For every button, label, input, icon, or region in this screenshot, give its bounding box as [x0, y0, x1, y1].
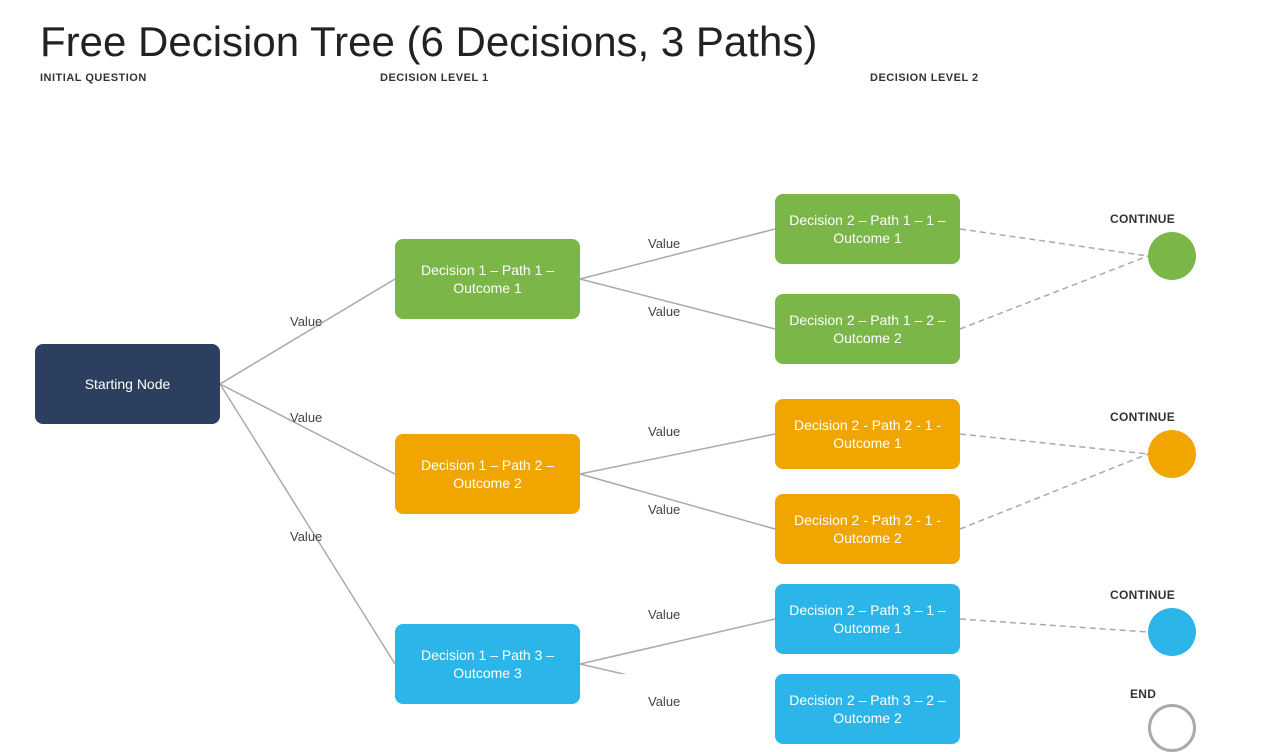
value-label-7: Value	[648, 502, 680, 517]
node-green2b: Decision 2 – Path 1 – 2 – Outcome 2	[775, 294, 960, 364]
value-label-5: Value	[648, 304, 680, 319]
header-initial: INITIAL QUESTION	[40, 72, 260, 84]
node-green2a: Decision 2 – Path 1 – 1 – Outcome 1	[775, 194, 960, 264]
value-label-3: Value	[290, 529, 322, 544]
node-blue1: Decision 1 – Path 3 – Outcome 3	[395, 624, 580, 704]
label-continue3: CONTINUE	[1110, 588, 1175, 602]
label-end: END	[1130, 687, 1156, 701]
circle-continue-green	[1148, 232, 1196, 280]
circle-continue-orange	[1148, 430, 1196, 478]
node-blue2a: Decision 2 – Path 3 – 1 – Outcome 1	[775, 584, 960, 654]
node-orange1: Decision 1 – Path 2 – Outcome 2	[395, 434, 580, 514]
diagram-area: Starting Node Decision 1 – Path 1 – Outc…	[0, 94, 1280, 674]
label-continue1: CONTINUE	[1110, 212, 1175, 226]
circle-continue-blue	[1148, 608, 1196, 656]
page-title: Free Decision Tree (6 Decisions, 3 Paths…	[0, 0, 1280, 72]
value-label-8: Value	[648, 607, 680, 622]
header-level2: DECISION LEVEL 2	[870, 72, 1150, 84]
header-level1: DECISION LEVEL 1	[380, 72, 660, 84]
node-blue2b: Decision 2 – Path 3 – 2 – Outcome 2	[775, 674, 960, 744]
node-green1: Decision 1 – Path 1 – Outcome 1	[395, 239, 580, 319]
circle-end-gray	[1148, 704, 1196, 752]
value-label-4: Value	[648, 236, 680, 251]
value-label-2: Value	[290, 410, 322, 425]
label-continue2: CONTINUE	[1110, 410, 1175, 424]
node-orange2b: Decision 2 - Path 2 - 1 - Outcome 2	[775, 494, 960, 564]
value-label-9: Value	[648, 694, 680, 709]
value-label-6: Value	[648, 424, 680, 439]
starting-node: Starting Node	[35, 344, 220, 424]
node-orange2a: Decision 2 - Path 2 - 1 - Outcome 1	[775, 399, 960, 469]
value-label-1: Value	[290, 314, 322, 329]
